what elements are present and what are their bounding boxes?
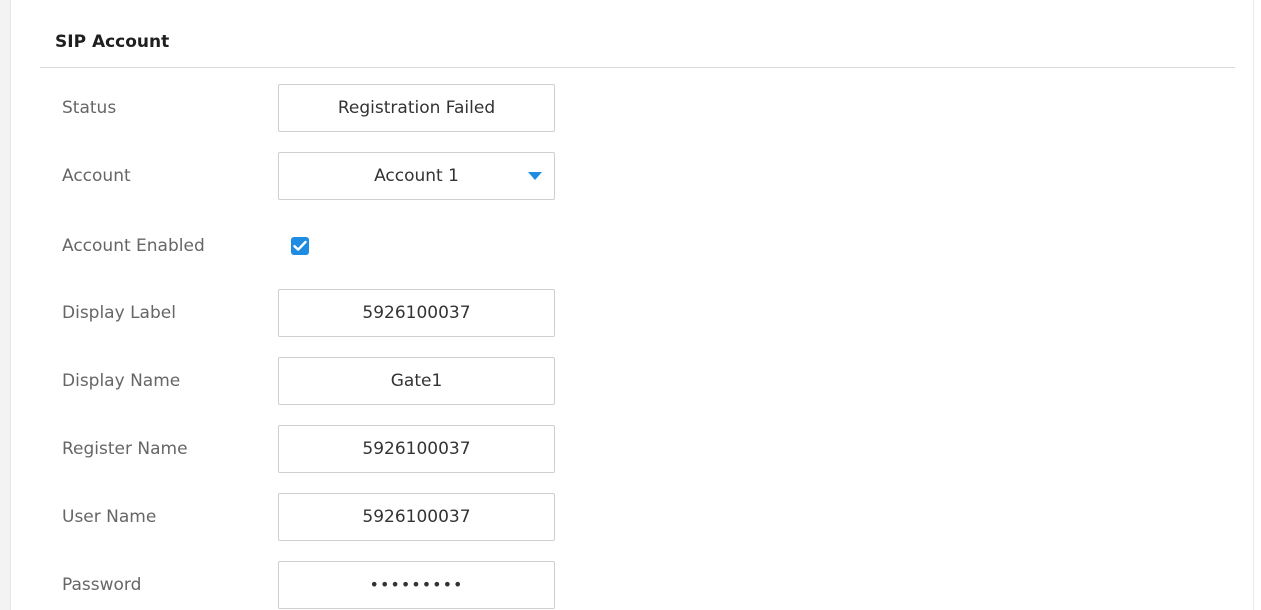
status-field: Registration Failed — [278, 84, 555, 132]
check-icon — [293, 240, 307, 251]
display-label-value: 5926100037 — [362, 303, 471, 323]
display-name-row: Display Name Gate1 — [40, 357, 1235, 405]
display-label-label: Display Label — [62, 303, 176, 323]
display-name-label: Display Name — [62, 371, 181, 391]
register-name-row: Register Name 5926100037 — [40, 425, 1235, 473]
chevron-down-icon[interactable] — [528, 172, 542, 180]
account-enabled-label: Account Enabled — [62, 236, 205, 256]
page-frame: SIP Account Status Registration Failed A… — [0, 0, 1261, 610]
user-name-value: 5926100037 — [362, 507, 471, 527]
account-row: Account Account 1 — [40, 152, 1235, 200]
section-title: SIP Account — [55, 32, 170, 52]
user-name-row: User Name 5926100037 — [40, 493, 1235, 541]
account-label: Account — [62, 166, 131, 186]
display-name-input[interactable]: Gate1 — [278, 357, 555, 405]
status-label: Status — [62, 98, 117, 118]
display-name-value: Gate1 — [390, 371, 443, 391]
register-name-input[interactable]: 5926100037 — [278, 425, 555, 473]
user-name-input[interactable]: 5926100037 — [278, 493, 555, 541]
left-sidebar-edge — [0, 0, 11, 610]
password-input[interactable]: ••••••••• — [278, 561, 555, 609]
right-scroll-edge — [1253, 0, 1254, 610]
user-name-label: User Name — [62, 507, 157, 527]
register-name-value: 5926100037 — [362, 439, 471, 459]
password-row: Password ••••••••• — [40, 561, 1235, 609]
status-value: Registration Failed — [337, 98, 496, 118]
display-label-input[interactable]: 5926100037 — [278, 289, 555, 337]
account-select[interactable]: Account 1 — [278, 152, 555, 200]
section-divider — [40, 67, 1235, 68]
display-label-row: Display Label 5926100037 — [40, 289, 1235, 337]
password-label: Password — [62, 575, 142, 595]
account-select-value: Account 1 — [374, 166, 459, 186]
sip-account-panel: SIP Account Status Registration Failed A… — [40, 0, 1235, 610]
status-row: Status Registration Failed — [40, 84, 1235, 132]
password-value: ••••••••• — [369, 575, 464, 594]
account-enabled-row: Account Enabled — [40, 222, 1235, 270]
account-enabled-checkbox[interactable] — [291, 237, 309, 255]
register-name-label: Register Name — [62, 439, 188, 459]
